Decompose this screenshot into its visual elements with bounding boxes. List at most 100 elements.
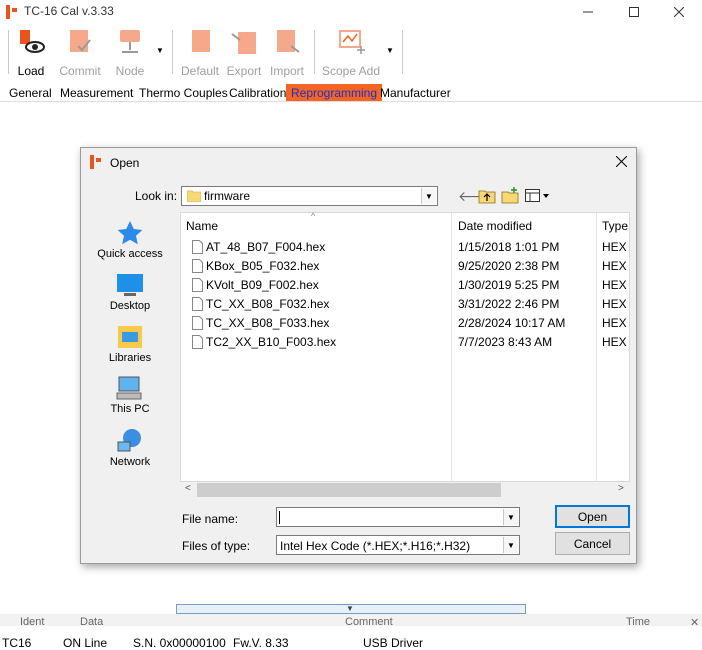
load-button[interactable]: Load — [14, 28, 48, 78]
commit-icon — [70, 30, 91, 52]
file-type: HEX F — [602, 278, 630, 292]
status-connection: ON Line — [63, 636, 108, 650]
maximize-icon — [629, 7, 639, 17]
status-driver: USB Driver — [363, 636, 424, 650]
commit-label: Commit — [59, 64, 101, 78]
splitter-arrow-icon: ▼ — [346, 604, 354, 613]
file-row[interactable]: KBox_B05_F032.hex 9/25/2020 2:38 PM HEX F — [188, 257, 630, 276]
file-row[interactable]: AT_48_B07_F004.hex 1/15/2018 1:01 PM HEX F — [188, 238, 630, 257]
load-label: Load — [17, 64, 45, 78]
log-col-ident[interactable]: Ident — [20, 616, 44, 628]
column-header-date[interactable]: Date modified — [458, 219, 532, 233]
tab-calibration[interactable]: Calibration — [224, 84, 291, 102]
log-col-comment[interactable]: Comment — [345, 616, 393, 628]
default-label: Default — [180, 64, 220, 78]
node-button[interactable]: Node — [112, 28, 148, 78]
chevron-down-icon[interactable]: ▼ — [503, 537, 518, 553]
chevron-down-icon[interactable]: ▼ — [421, 188, 436, 204]
file-icon — [192, 259, 203, 273]
place-this-pc[interactable]: This PC — [88, 375, 172, 415]
file-type: HEX F — [602, 240, 630, 254]
file-date: 1/15/2018 1:01 PM — [458, 240, 560, 254]
file-row[interactable]: TC2_XX_B10_F003.hex 7/7/2023 8:43 AM HEX F — [188, 333, 630, 352]
up-folder-icon[interactable] — [478, 188, 496, 204]
chevron-down-icon[interactable]: ▼ — [503, 509, 518, 525]
file-date: 1/30/2019 5:25 PM — [458, 278, 560, 292]
folder-icon — [187, 190, 201, 202]
tab-general[interactable]: General — [4, 84, 57, 102]
place-label: Desktop — [109, 300, 151, 312]
tab-thermo-couples[interactable]: Thermo Couples — [134, 84, 233, 102]
tab-reprogramming[interactable]: Reprogramming — [286, 84, 383, 102]
file-row[interactable]: TC_XX_B08_F032.hex 3/31/2022 2:46 PM HEX F — [188, 295, 630, 314]
computer-icon — [116, 376, 142, 400]
file-icon — [192, 278, 203, 292]
place-label: Network — [109, 456, 151, 468]
log-close-icon[interactable]: ✕ — [690, 616, 699, 629]
place-label: Libraries — [108, 352, 152, 364]
scroll-left-icon[interactable]: < — [185, 483, 191, 494]
file-name-field[interactable]: ▼ — [276, 507, 520, 527]
file-date: 7/7/2023 8:43 AM — [458, 335, 553, 349]
node-dropdown-arrow-icon[interactable]: ▼ — [156, 46, 164, 55]
minimize-button[interactable] — [565, 0, 611, 24]
text-cursor — [279, 511, 280, 524]
new-folder-icon[interactable] — [501, 187, 519, 204]
import-label: Import — [269, 64, 304, 78]
file-type: HEX F — [602, 316, 630, 330]
toolbar-grip — [8, 30, 9, 74]
file-date: 3/31/2022 2:46 PM — [458, 297, 560, 311]
file-icon — [192, 335, 203, 349]
file-name: TC_XX_B08_F033.hex — [206, 316, 330, 330]
scope-add-dropdown-arrow-icon[interactable]: ▼ — [386, 46, 394, 55]
view-menu-icon[interactable] — [525, 189, 551, 203]
desktop-icon — [117, 274, 143, 296]
node-icon — [120, 30, 140, 53]
close-window-button[interactable] — [656, 0, 702, 24]
dialog-logo-icon — [90, 155, 101, 169]
commit-button[interactable]: Commit — [56, 28, 104, 78]
file-icon — [192, 316, 203, 330]
close-icon — [674, 7, 684, 17]
import-icon — [277, 30, 300, 53]
export-label: Export — [226, 64, 262, 78]
file-row[interactable]: TC_XX_B08_F033.hex 2/28/2024 10:17 AM HEX … — [188, 314, 630, 333]
tab-measurement[interactable]: Measurement — [55, 84, 138, 102]
close-icon — [615, 155, 627, 167]
export-icon — [231, 32, 256, 54]
scrollbar-thumb[interactable] — [197, 483, 501, 497]
import-button[interactable]: Import — [268, 28, 306, 78]
maximize-button[interactable] — [611, 0, 657, 24]
place-desktop[interactable]: Desktop — [88, 272, 172, 312]
status-serial: S.N. 0x00000100 — [133, 636, 226, 650]
place-quick-access[interactable]: Quick access — [88, 220, 172, 260]
look-in-value: firmware — [204, 189, 251, 203]
dialog-close-button[interactable] — [610, 150, 632, 172]
scope-add-button[interactable]: Scope Add — [322, 28, 380, 78]
minimize-icon — [583, 11, 593, 13]
place-libraries[interactable]: Libraries — [88, 324, 172, 364]
cancel-button[interactable]: Cancel — [555, 532, 630, 555]
file-icon — [192, 297, 203, 311]
file-name: TC_XX_B08_F032.hex — [206, 297, 330, 311]
file-type: HEX F — [602, 259, 630, 273]
toolbar-separator — [314, 30, 315, 74]
log-col-data[interactable]: Data — [80, 616, 103, 628]
file-type-label: Files of type: — [182, 539, 251, 553]
app-logo-icon — [6, 5, 17, 19]
open-button[interactable]: Open — [555, 505, 630, 528]
log-col-time[interactable]: Time — [626, 616, 650, 628]
tab-manufacturer[interactable]: Manufacturer — [375, 84, 456, 102]
place-label: Quick access — [97, 248, 163, 260]
status-firmware: Fw.V. 8.33 — [233, 636, 289, 650]
place-label: This PC — [110, 403, 150, 415]
place-network[interactable]: Network — [88, 428, 172, 468]
column-header-type[interactable]: Type — [602, 219, 628, 233]
file-row[interactable]: KVolt_B09_F002.hex 1/30/2019 5:25 PM HEX F — [188, 276, 630, 295]
column-header-name[interactable]: Name — [186, 219, 218, 233]
scroll-right-icon[interactable]: > — [618, 483, 624, 494]
default-button[interactable]: Default — [180, 28, 220, 78]
export-button[interactable]: Export — [226, 28, 262, 78]
load-eye-icon — [20, 30, 45, 53]
tab-divider — [0, 101, 702, 102]
